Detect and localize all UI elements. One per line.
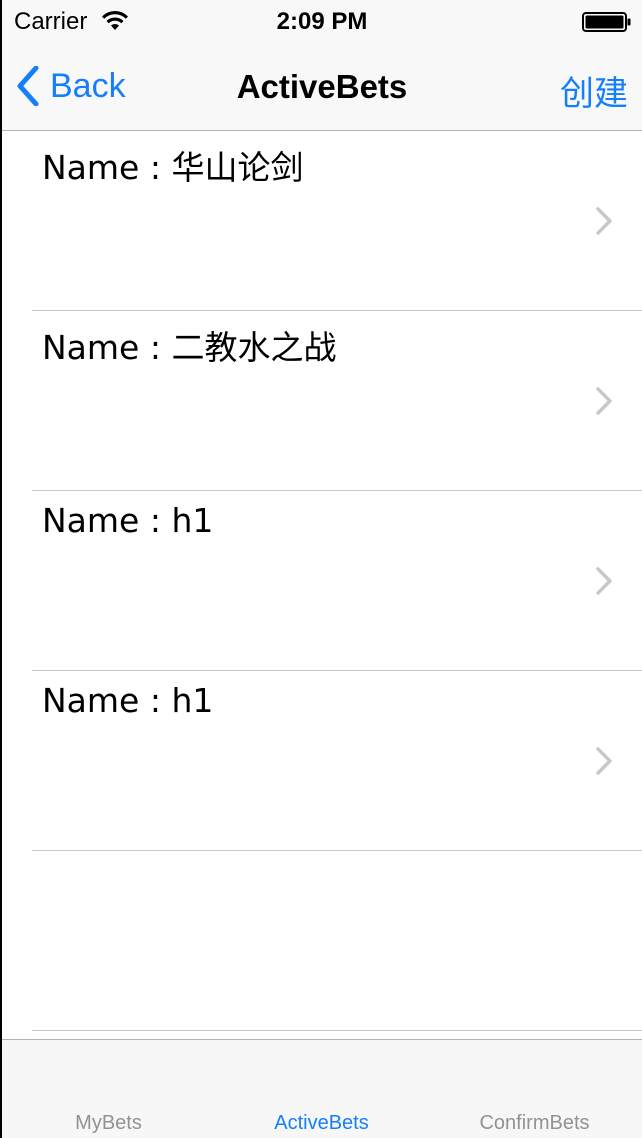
tab-activebets[interactable]: ActiveBets (215, 1112, 428, 1135)
chevron-right-icon (596, 747, 612, 775)
row-name-label: Name : h1 (42, 501, 214, 540)
empty-table-row (32, 851, 642, 1031)
page-title: ActiveBets (236, 68, 408, 105)
row-name-label: Name : 二教水之战 (42, 328, 337, 367)
tab-bar: MyBets ActiveBets ConfirmBets (2, 1039, 642, 1138)
navigation-bar: Back ActiveBets 创建 (2, 42, 642, 131)
status-bar: Carrier 2:09 PM (2, 0, 642, 42)
row-name-label: Name : 华山论剑 (42, 148, 304, 187)
table-row[interactable]: Name : 华山论剑 (32, 131, 642, 311)
chevron-right-icon (596, 387, 612, 415)
screen: Carrier 2:09 PM Back ActiveBets 创建 Name … (0, 0, 642, 1138)
table-row[interactable]: Name : h1 (32, 671, 642, 851)
chevron-right-icon (596, 567, 612, 595)
create-button[interactable]: 创建 (560, 66, 628, 115)
chevron-right-icon (596, 207, 612, 235)
table-row[interactable]: Name : 二教水之战 (32, 311, 642, 491)
tab-mybets[interactable]: MyBets (2, 1112, 215, 1135)
row-name-label: Name : h1 (42, 681, 214, 720)
table-row[interactable]: Name : h1 (32, 491, 642, 671)
tab-confirmbets[interactable]: ConfirmBets (428, 1112, 641, 1135)
battery-icon (582, 12, 631, 32)
status-clock: 2:09 PM (276, 8, 368, 35)
bets-table: Name : 华山论剑 Name : 二教水之战 Name : h1 Name … (2, 131, 642, 1031)
